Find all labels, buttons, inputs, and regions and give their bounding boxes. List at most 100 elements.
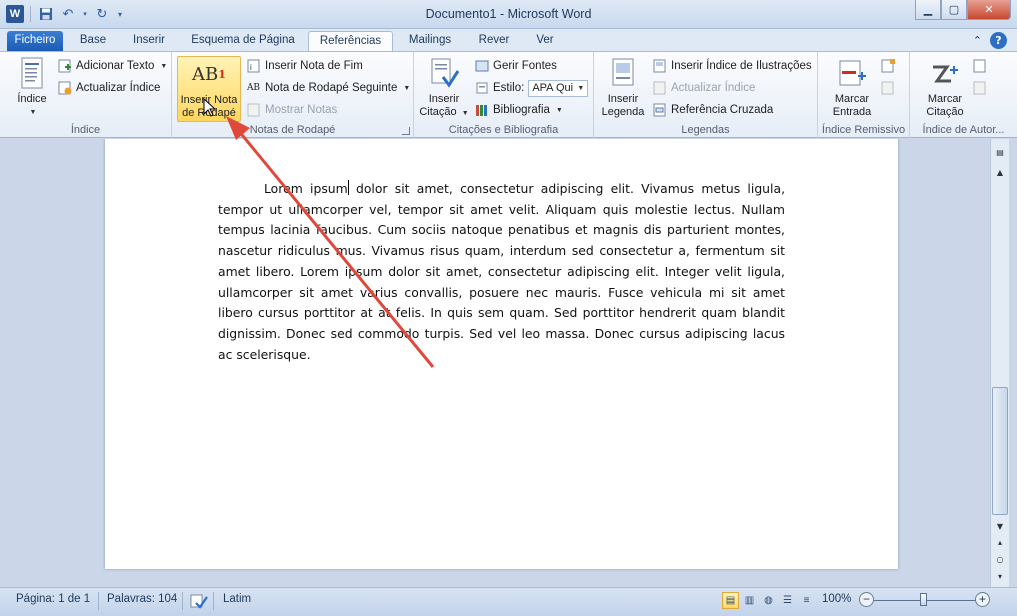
add-text-icon xyxy=(57,59,72,74)
table-of-figures-icon xyxy=(652,59,667,74)
insert-caption-button[interactable]: Inserir Legenda xyxy=(598,56,648,122)
scroll-up-icon[interactable]: ▲ xyxy=(993,165,1007,179)
group-label-autoridades: Índice de Autor... xyxy=(922,124,1005,136)
update-table-label: Actualizar Índice xyxy=(671,82,756,94)
add-text-button[interactable]: Adicionar Texto ▼ xyxy=(57,56,167,76)
document-paragraph[interactable]: Lorem ipsum dolor sit amet, consectetur … xyxy=(218,179,785,365)
zoom-level[interactable]: 100% xyxy=(822,593,851,605)
ruler-toggle-icon[interactable]: ▤ xyxy=(993,145,1007,159)
chevron-down-icon: ▼ xyxy=(555,106,563,114)
insert-index-icon[interactable] xyxy=(880,58,895,73)
bibliography-button[interactable]: Bibliografia ▼ xyxy=(474,100,563,120)
show-notes-button[interactable]: Mostrar Notas xyxy=(246,100,337,120)
proofing-icon[interactable] xyxy=(190,593,208,612)
print-layout-view-icon[interactable]: ▤ xyxy=(722,592,739,609)
mark-entry-label-1: Marcar xyxy=(834,93,870,105)
web-layout-icon[interactable]: ◍ xyxy=(760,592,777,609)
scroll-thumb[interactable] xyxy=(992,387,1008,515)
dialog-launcher-icon[interactable] xyxy=(402,127,410,135)
mark-citation-label-2: Citação xyxy=(926,106,964,118)
caption-icon xyxy=(607,56,639,90)
tab-rever[interactable]: Rever xyxy=(470,31,518,51)
group-indice-autoridades: Marcar Citação Índice de Autor... xyxy=(910,52,1017,138)
cross-reference-button[interactable]: Referência Cruzada xyxy=(652,100,773,120)
vertical-scrollbar[interactable]: ▤ ▲ ▼ ▴ ○ ▾ xyxy=(990,139,1009,587)
title-bar: W ↶ ▾ ↻ ▾ Documento1 - Microsoft Word ▁ … xyxy=(0,0,1017,29)
table-of-contents-icon xyxy=(16,56,48,90)
maximize-icon[interactable]: ▢ xyxy=(941,0,967,20)
help-icon[interactable]: ? xyxy=(990,32,1007,49)
style-dropdown[interactable]: APA Qui ▼ xyxy=(528,79,589,97)
chevron-down-icon: ▼ xyxy=(577,84,585,92)
minimize-icon[interactable]: ▁ xyxy=(915,0,941,20)
word-count[interactable]: Palavras: 104 xyxy=(107,593,177,605)
full-screen-reading-icon[interactable]: ▥ xyxy=(741,592,758,609)
update-table-icon xyxy=(652,81,667,96)
language-indicator[interactable]: Latim xyxy=(223,593,251,605)
chevron-down-icon: ▼ xyxy=(160,62,168,70)
tab-base[interactable]: Base xyxy=(70,31,116,51)
indice-button[interactable]: Índice ▼ xyxy=(10,56,54,120)
group-legendas: Inserir Legenda Inserir Índice de Ilustr… xyxy=(594,52,818,138)
insert-table-authorities-icon[interactable] xyxy=(972,58,987,73)
show-notes-icon xyxy=(246,103,261,118)
svg-text:i: i xyxy=(250,63,252,72)
update-icon xyxy=(57,81,72,96)
next-page-icon[interactable]: ▾ xyxy=(993,569,1007,583)
mouse-pointer-icon xyxy=(203,98,217,117)
insert-citation-button[interactable]: Inserir Citação ▼ xyxy=(419,56,469,122)
tab-esquema-de-pagina[interactable]: Esquema de Página xyxy=(185,31,301,51)
cross-reference-icon xyxy=(652,103,667,118)
mark-entry-icon xyxy=(836,56,868,90)
group-label-remissivo: Índice Remissivo xyxy=(821,124,906,136)
update-index-icon[interactable] xyxy=(880,80,895,95)
next-footnote-button[interactable]: AB Nota de Rodapé Seguinte ▼ xyxy=(246,78,410,98)
scroll-down-icon[interactable]: ▼ xyxy=(993,519,1007,533)
window-title: Documento1 - Microsoft Word xyxy=(425,7,592,21)
tab-referencias[interactable]: Referências xyxy=(308,31,393,51)
tab-ver[interactable]: Ver xyxy=(527,31,563,51)
manage-sources-button[interactable]: Gerir Fontes xyxy=(474,56,557,76)
update-index-button[interactable]: Actualizar Índice xyxy=(57,78,160,98)
draft-view-icon[interactable]: ≡ xyxy=(798,592,815,609)
bibliography-icon xyxy=(474,103,489,118)
style-selector[interactable]: Estilo: APA Qui ▼ xyxy=(474,78,589,98)
style-label: Estilo: xyxy=(493,82,525,94)
cross-reference-label: Referência Cruzada xyxy=(671,104,774,116)
page-count[interactable]: Página: 1 de 1 xyxy=(16,593,90,605)
document-area: Lorem ipsum dolor sit amet, consectetur … xyxy=(0,139,990,587)
update-table-button[interactable]: Actualizar Índice xyxy=(652,78,755,98)
mark-citation-button[interactable]: Marcar Citação xyxy=(920,56,970,122)
mark-citation-label-1: Marcar xyxy=(927,93,963,105)
next-footnote-icon: AB xyxy=(246,83,261,93)
group-notas-de-rodape: AB 1 Inserir Nota de Rodapé i Inserir Not… xyxy=(172,52,414,138)
group-label-indice: Índice xyxy=(70,124,101,136)
group-indice: Índice ▼ Adicionar Texto ▼ Actualizar Ín… xyxy=(0,52,172,138)
minimize-ribbon-icon[interactable]: ⌃ xyxy=(973,34,982,47)
select-browse-object-icon[interactable]: ○ xyxy=(993,552,1007,566)
close-icon[interactable]: ✕ xyxy=(967,0,1011,20)
window-controls: ▁ ▢ ✕ xyxy=(915,0,1011,20)
insert-citation-label-2: Citação ▼ xyxy=(419,106,469,118)
show-notes-label: Mostrar Notas xyxy=(265,104,338,116)
previous-page-icon[interactable]: ▴ xyxy=(993,535,1007,549)
bibliography-label: Bibliografia xyxy=(493,104,550,116)
ribbon-tabs: Ficheiro Base Inserir Esquema de Página … xyxy=(0,29,1017,51)
zoom-out-button[interactable]: − xyxy=(859,592,874,607)
endnote-icon: i xyxy=(246,59,261,74)
group-citacoes: Inserir Citação ▼ Gerir Fontes Estilo: A… xyxy=(414,52,594,138)
insert-endnote-button[interactable]: i Inserir Nota de Fim xyxy=(246,56,363,76)
status-separator xyxy=(213,592,214,610)
mark-entry-button[interactable]: Marcar Entrada xyxy=(828,56,876,122)
mark-entry-label-2: Entrada xyxy=(832,106,872,118)
tab-inserir[interactable]: Inserir xyxy=(122,31,176,51)
zoom-slider-thumb[interactable] xyxy=(920,593,927,606)
update-table-authorities-icon[interactable] xyxy=(972,80,987,95)
zoom-in-button[interactable]: + xyxy=(975,592,990,607)
tab-ficheiro[interactable]: Ficheiro xyxy=(7,31,63,51)
tab-mailings[interactable]: Mailings xyxy=(401,31,459,51)
outline-view-icon[interactable]: ☰ xyxy=(779,592,796,609)
insert-table-of-figures-button[interactable]: Inserir Índice de Ilustrações xyxy=(652,56,812,76)
document-page[interactable]: Lorem ipsum dolor sit amet, consectetur … xyxy=(105,139,898,569)
group-label-citacoes: Citações e Bibliografia xyxy=(448,124,559,136)
